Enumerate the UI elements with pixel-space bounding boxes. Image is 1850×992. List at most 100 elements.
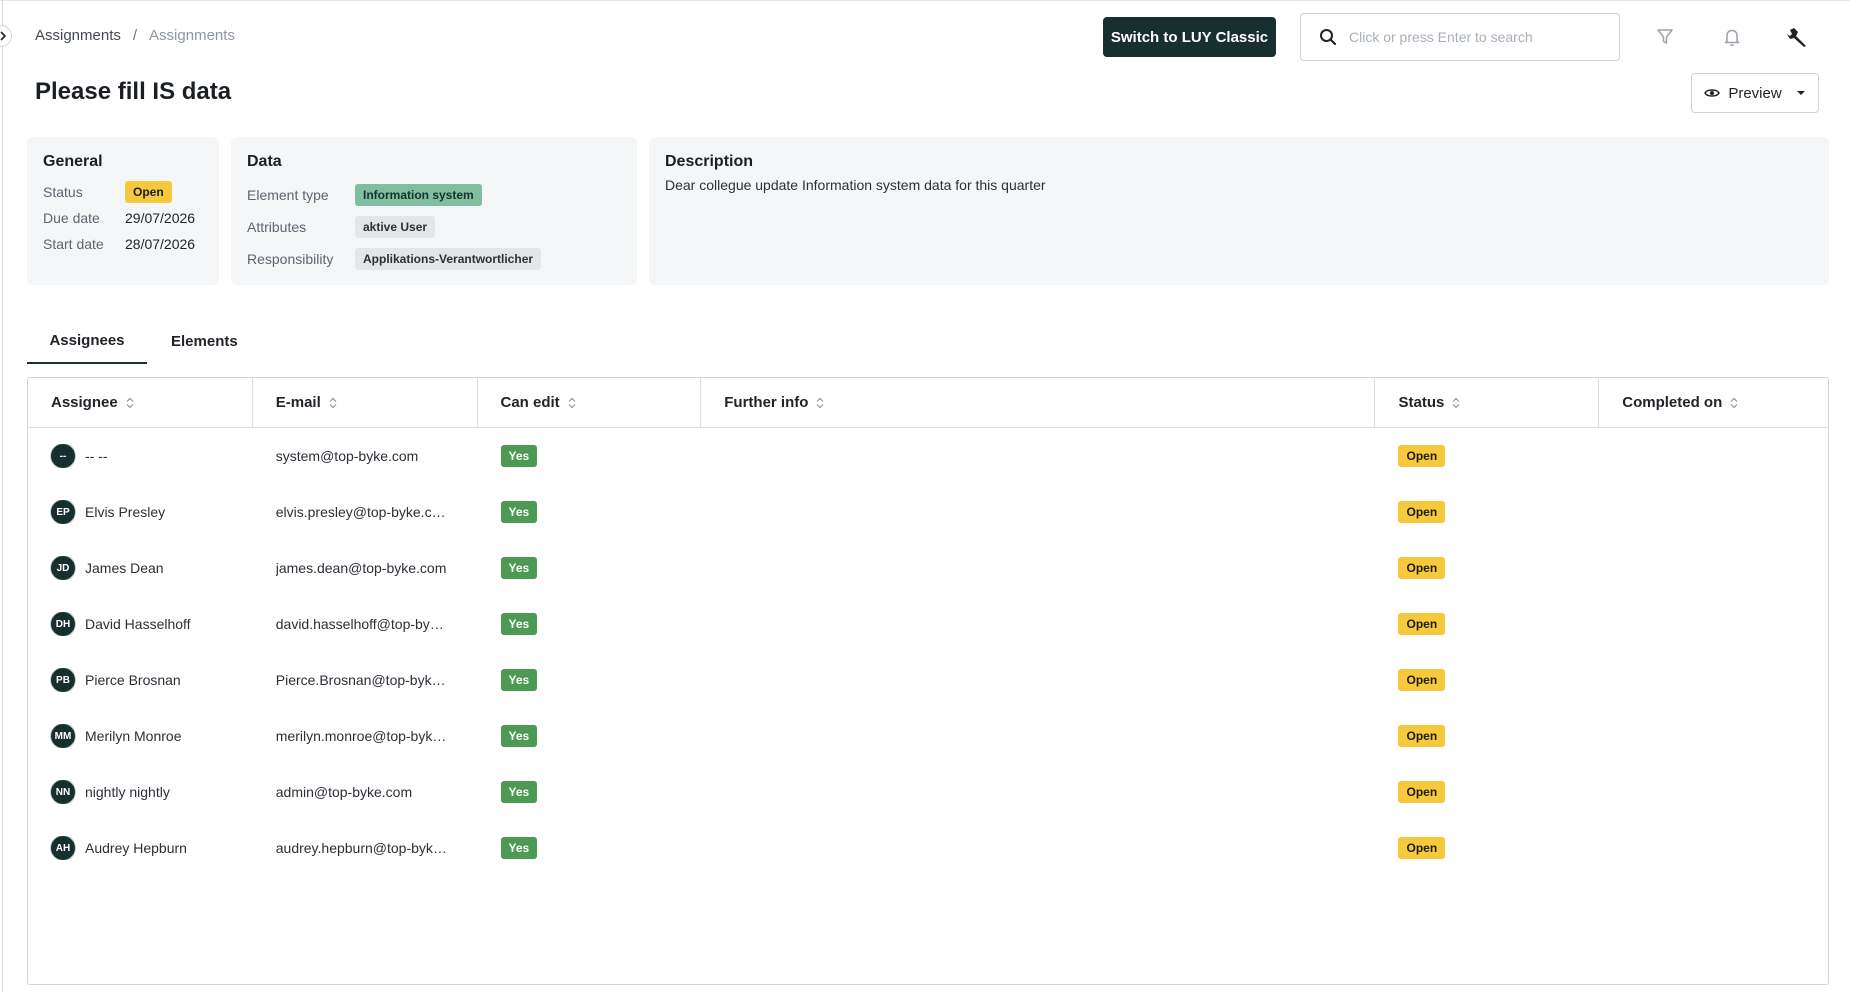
cell-can-edit: Yes: [478, 557, 702, 579]
status-label: Status: [43, 184, 83, 200]
breadcrumb-parent[interactable]: Assignments: [35, 27, 121, 44]
page: Assignments / Assignments Switch to LUY …: [0, 0, 1850, 992]
sort-icon[interactable]: [126, 397, 134, 409]
cell-can-edit: Yes: [478, 837, 702, 859]
assignee-name: Merilyn Monroe: [85, 728, 182, 744]
avatar: JD: [51, 556, 75, 580]
table-body: -- -- -- system@top-byke.com Yes Open EP Elvis…: [28, 428, 1828, 876]
table-row[interactable]: AH Audrey Hepburn audrey.hepburn@top-byke.…: [28, 820, 1828, 876]
status-badge: Open: [1398, 501, 1446, 523]
cell-assignee: PB Pierce Brosnan: [28, 668, 253, 692]
description-text: Dear collegue update Information system …: [665, 177, 1046, 193]
cell-status: Open: [1375, 781, 1599, 803]
switch-classic-button[interactable]: Switch to LUY Classic: [1103, 17, 1276, 57]
cell-can-edit: Yes: [478, 725, 702, 747]
cell-can-edit: Yes: [478, 501, 702, 523]
sort-icon[interactable]: [816, 397, 824, 409]
status-badge: Open: [1398, 613, 1446, 635]
data-title: Data: [247, 153, 282, 170]
cell-email: system@top-byke.com: [253, 448, 478, 464]
search-box[interactable]: [1300, 13, 1620, 61]
breadcrumb: Assignments / Assignments: [35, 27, 235, 44]
column-header-label: Completed on: [1622, 394, 1723, 411]
cell-assignee: EP Elvis Presley: [28, 500, 253, 524]
avatar: AH: [51, 836, 75, 860]
sort-icon[interactable]: [1452, 397, 1460, 409]
cell-email: james.dean@top-byke.com: [253, 560, 478, 576]
start-date-value: 28/07/2026: [125, 236, 196, 252]
status-badge: Open: [125, 181, 172, 203]
start-date-label: Start date: [43, 236, 104, 252]
due-date-value: 29/07/2026: [125, 210, 196, 226]
assignee-name: Audrey Hepburn: [85, 840, 187, 856]
sort-icon[interactable]: [1730, 397, 1738, 409]
cell-email: admin@top-byke.com: [253, 784, 478, 800]
column-header-can-edit[interactable]: Can edit: [478, 378, 702, 427]
avatar: --: [51, 444, 75, 468]
due-date-label: Due date: [43, 210, 100, 226]
cell-status: Open: [1375, 669, 1599, 691]
cell-email: david.hasselhoff@top-byke.com: [253, 616, 478, 632]
preview-button[interactable]: Preview: [1691, 73, 1819, 113]
tools-button[interactable]: [1786, 26, 1808, 48]
table-row[interactable]: DH David Hasselhoff david.hasselhoff@top-b…: [28, 596, 1828, 652]
assignee-name: David Hasselhoff: [85, 616, 191, 632]
table-row[interactable]: PB Pierce Brosnan Pierce.Brosnan@top-byke.…: [28, 652, 1828, 708]
due-date-row: Due date 29/07/2026: [43, 205, 203, 231]
sort-icon[interactable]: [568, 397, 576, 409]
column-header-completed-on[interactable]: Completed on: [1599, 378, 1828, 427]
cell-email: Pierce.Brosnan@top-byke.com: [253, 672, 478, 688]
bell-icon: [1724, 29, 1740, 46]
wrench-icon: [1787, 28, 1806, 47]
search-input[interactable]: [1349, 29, 1609, 45]
cell-can-edit: Yes: [478, 445, 702, 467]
tab-elements[interactable]: Elements: [147, 318, 262, 364]
status-badge: Open: [1398, 557, 1446, 579]
column-header-label: Further info: [724, 394, 809, 411]
cell-status: Open: [1375, 501, 1599, 523]
eye-icon: [1704, 89, 1721, 97]
table-row[interactable]: NN nightly nightly admin@top-byke.com Yes Op…: [28, 764, 1828, 820]
assignees-table: Assignee E-mail Can edit Further info Status…: [27, 377, 1829, 985]
avatar: MM: [51, 724, 75, 748]
filter-button[interactable]: [1654, 26, 1676, 48]
table-row[interactable]: -- -- -- system@top-byke.com Yes Open: [28, 428, 1828, 484]
page-title: Please fill IS data: [35, 78, 232, 105]
caret-down-icon: [1796, 91, 1805, 95]
general-card: General Status Open Due date 29/07/2026 …: [27, 137, 219, 285]
table-row[interactable]: JD James Dean james.dean@top-byke.com Yes Op…: [28, 540, 1828, 596]
cell-email: audrey.hepburn@top-byke.com: [253, 840, 478, 856]
general-title: General: [43, 153, 103, 170]
column-header-email[interactable]: E-mail: [253, 378, 478, 427]
table-row[interactable]: EP Elvis Presley elvis.presley@top-byke.co…: [28, 484, 1828, 540]
breadcrumb-current: Assignments: [149, 27, 235, 44]
responsibility-row: Responsibility Applikations-Verantwortli…: [247, 243, 621, 275]
avatar: NN: [51, 780, 75, 804]
column-header-further-info[interactable]: Further info: [701, 378, 1376, 427]
status-row: Status Open: [43, 179, 203, 205]
column-header-assignee[interactable]: Assignee: [28, 378, 253, 427]
assignee-name: nightly nightly: [85, 784, 170, 800]
table-row[interactable]: MM Merilyn Monroe merilyn.monroe@top-byke.…: [28, 708, 1828, 764]
cell-can-edit: Yes: [478, 781, 702, 803]
tab-assignees[interactable]: Assignees: [27, 318, 147, 364]
element-type-label: Element type: [247, 187, 329, 203]
column-header-status[interactable]: Status: [1375, 378, 1600, 427]
avatar: PB: [51, 668, 75, 692]
column-header-label: Status: [1398, 394, 1445, 411]
assignee-email: audrey.hepburn@top-byke.com: [275, 840, 451, 856]
sidebar-toggle[interactable]: [0, 25, 12, 47]
assignee-email: Pierce.Brosnan@top-byke.com: [275, 672, 451, 688]
can-edit-badge: Yes: [500, 669, 538, 691]
tab-bar: Assignees Elements: [27, 318, 262, 364]
cell-status: Open: [1375, 557, 1599, 579]
element-type-row: Element type Information system: [247, 179, 621, 211]
filter-icon: [1657, 29, 1673, 44]
avatar: EP: [51, 500, 75, 524]
sort-icon[interactable]: [329, 397, 337, 409]
assignee-name: -- --: [85, 448, 108, 464]
can-edit-badge: Yes: [500, 557, 538, 579]
avatar: DH: [51, 612, 75, 636]
notifications-button[interactable]: [1721, 26, 1743, 48]
breadcrumb-separator: /: [132, 27, 138, 44]
